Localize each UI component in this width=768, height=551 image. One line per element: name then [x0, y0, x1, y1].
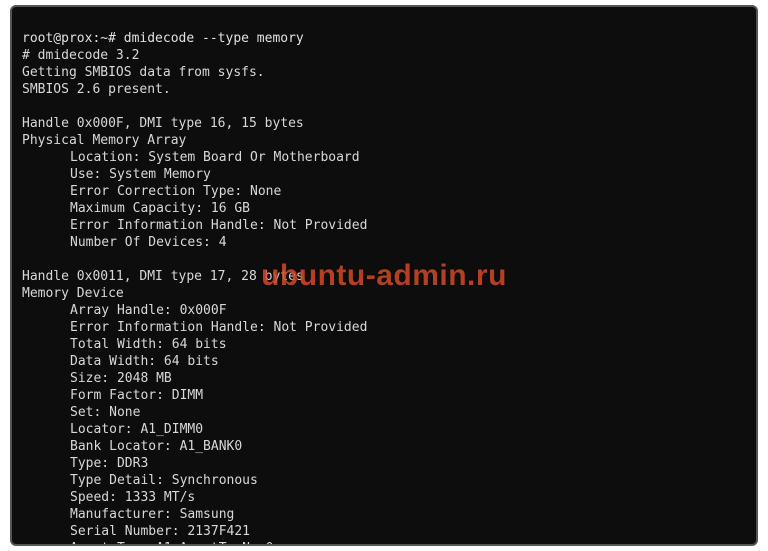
md-error-handle: Error Information Handle: Not Provided	[22, 319, 746, 336]
physical-memory-array-header: Handle 0x000F, DMI type 16, 15 bytes	[22, 116, 304, 131]
md-asset-tag: Asset Tag: A1_AssetTagNum0	[22, 540, 746, 546]
md-type: Type: DDR3	[22, 455, 746, 472]
md-set: Set: None	[22, 404, 746, 421]
terminal-output[interactable]: root@prox:~# dmidecode --type memory # d…	[12, 7, 756, 546]
prompt-line: root@prox:~# dmidecode --type memory	[22, 31, 304, 46]
physical-memory-array-title: Physical Memory Array	[22, 133, 186, 148]
md-type-detail: Type Detail: Synchronous	[22, 472, 746, 489]
pma-ecc: Error Correction Type: None	[22, 183, 746, 200]
terminal-window: root@prox:~# dmidecode --type memory # d…	[10, 5, 758, 546]
md-form-factor: Form Factor: DIMM	[22, 387, 746, 404]
pma-use: Use: System Memory	[22, 166, 746, 183]
memory-device-title: Memory Device	[22, 286, 124, 301]
md-bank-locator: Bank Locator: A1_BANK0	[22, 438, 746, 455]
md-speed: Speed: 1333 MT/s	[22, 489, 746, 506]
command-text: dmidecode --type memory	[124, 31, 304, 46]
pma-max-capacity: Maximum Capacity: 16 GB	[22, 200, 746, 217]
md-size: Size: 2048 MB	[22, 370, 746, 387]
md-array-handle: Array Handle: 0x000F	[22, 302, 746, 319]
pma-error-handle: Error Information Handle: Not Provided	[22, 217, 746, 234]
md-locator: Locator: A1_DIMM0	[22, 421, 746, 438]
preamble-line-0: # dmidecode 3.2	[22, 48, 139, 63]
pma-devices: Number Of Devices: 4	[22, 234, 746, 251]
preamble-line-1: Getting SMBIOS data from sysfs.	[22, 65, 265, 80]
md-manufacturer: Manufacturer: Samsung	[22, 506, 746, 523]
preamble-line-2: SMBIOS 2.6 present.	[22, 82, 171, 97]
md-data-width: Data Width: 64 bits	[22, 353, 746, 370]
memory-device-header: Handle 0x0011, DMI type 17, 28 bytes	[22, 269, 304, 284]
pma-location: Location: System Board Or Motherboard	[22, 149, 746, 166]
md-serial: Serial Number: 2137F421	[22, 523, 746, 540]
prompt-context: root@prox:~#	[22, 31, 116, 46]
md-total-width: Total Width: 64 bits	[22, 336, 746, 353]
